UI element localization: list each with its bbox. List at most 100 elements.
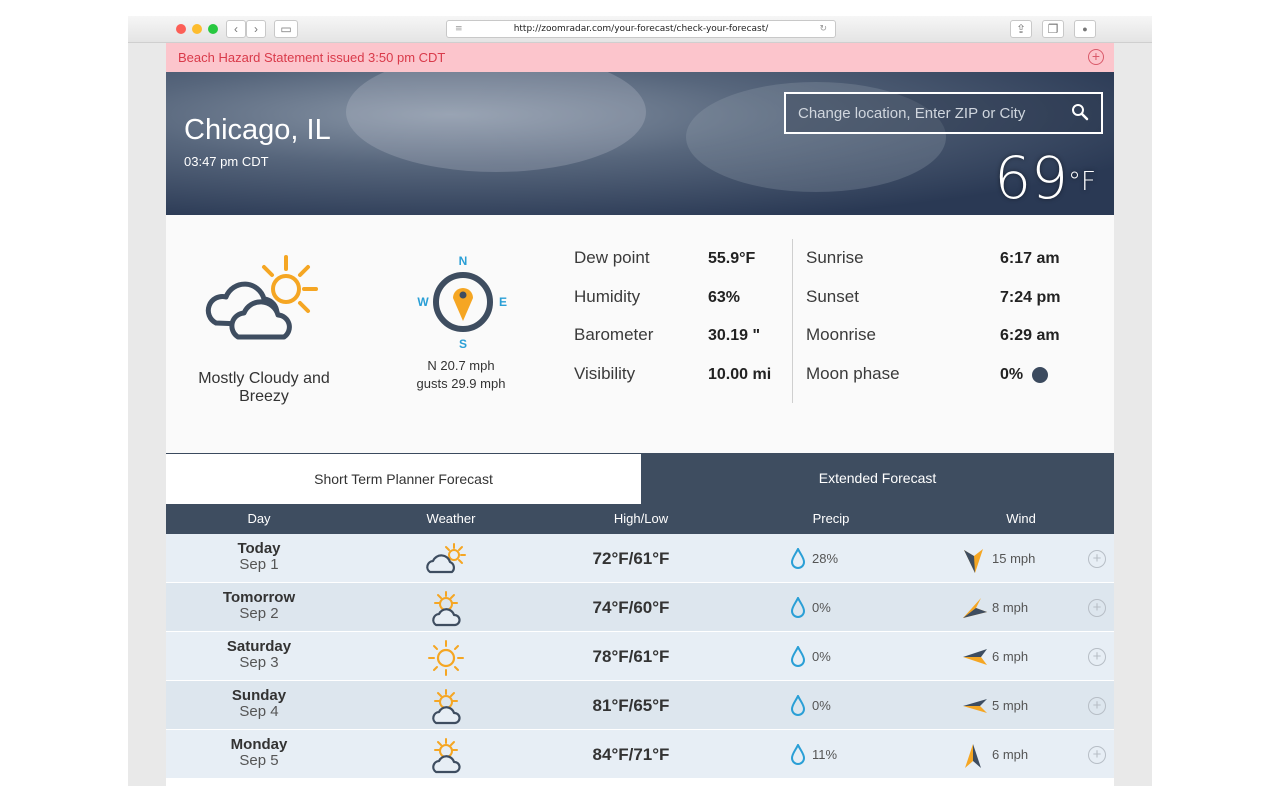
- sunset-label: Sunset: [806, 287, 859, 306]
- compass-north: N: [459, 254, 468, 268]
- forecast-tabs: Short Term Planner Forecast Extended For…: [166, 453, 1114, 504]
- sunrise-value: 6:17 am: [1000, 250, 1060, 267]
- column-header-day: Day: [247, 511, 271, 526]
- forecast-day-cell: Monday Sep 5: [196, 737, 322, 769]
- precip-drop-icon: [790, 644, 806, 673]
- barometer-label: Barometer: [574, 325, 654, 344]
- expand-row-icon[interactable]: +: [1088, 746, 1106, 764]
- sunrise-label: Sunrise: [806, 248, 864, 267]
- precip-drop-icon: [790, 693, 806, 722]
- table-row[interactable]: Monday Sep 5 84°F/71°F 11% 6 mph +: [166, 730, 1114, 779]
- condition-text: Mostly Cloudy and Breezy: [198, 370, 330, 405]
- address-bar[interactable]: ≡ http://zoomradar.com/your-forecast/che…: [446, 20, 836, 38]
- expand-row-icon[interactable]: +: [1088, 697, 1106, 715]
- forecast-highlow: 81°F/65°F: [592, 696, 670, 715]
- forecast-day-name: Sunday: [231, 687, 287, 704]
- alert-text[interactable]: Beach Hazard Statement issued 3:50 pm CD…: [178, 50, 445, 65]
- wind-direction-arrow-icon: [961, 743, 985, 774]
- current-temperature: 69°F: [994, 148, 1096, 208]
- forward-button[interactable]: ›: [246, 20, 266, 38]
- wind-speed: N 20.7 mph: [427, 358, 495, 373]
- forecast-day-cell: Today Sep 1: [196, 541, 322, 573]
- forecast-date: Sep 3: [239, 654, 279, 671]
- humidity-value: 63%: [708, 289, 741, 306]
- location-search[interactable]: [784, 92, 1103, 134]
- table-row[interactable]: Saturday Sep 3 78°F/61°F 0% 6 mph +: [166, 632, 1114, 681]
- table-row[interactable]: Sunday Sep 4 81°F/65°F 0% 5 mph +: [166, 681, 1114, 730]
- dew-point-label: Dew point: [574, 248, 650, 267]
- precip-drop-icon: [790, 742, 806, 771]
- compass-east: E: [499, 295, 507, 309]
- forecast-day-name: Monday: [230, 736, 288, 753]
- search-icon[interactable]: [1071, 103, 1089, 121]
- location-search-input[interactable]: [786, 94, 1056, 132]
- forecast-day-name: Saturday: [226, 638, 292, 655]
- reload-icon[interactable]: ↻: [819, 21, 827, 37]
- forecast-precip: 0%: [812, 698, 831, 713]
- address-url[interactable]: http://zoomradar.com/your-forecast/check…: [514, 24, 769, 34]
- close-window-button[interactable]: [176, 24, 186, 34]
- column-header-precip: Precip: [812, 511, 850, 526]
- wind-compass-icon: N W E S: [417, 254, 507, 351]
- maximize-window-button[interactable]: [208, 24, 218, 34]
- downloads-button[interactable]: ●: [1074, 20, 1096, 38]
- cloud-backdrop: [346, 72, 646, 172]
- share-button[interactable]: ⇪: [1010, 20, 1032, 38]
- back-button[interactable]: ‹: [226, 20, 246, 38]
- cloud-sun-icon: [424, 542, 468, 581]
- alert-expand-icon[interactable]: +: [1088, 49, 1104, 65]
- forecast-precip: 0%: [812, 600, 831, 615]
- forecast-wind: 6 mph: [992, 649, 1029, 664]
- visibility-label: Visibility: [574, 364, 636, 383]
- forecast-highlow: 74°F/60°F: [592, 598, 670, 617]
- sun-icon: [424, 640, 468, 681]
- wind-direction-arrow-icon: [961, 645, 989, 674]
- precip-drop-icon: [790, 546, 806, 575]
- precip-drop-icon: [790, 595, 806, 624]
- alert-banner[interactable]: Beach Hazard Statement issued 3:50 pm CD…: [166, 43, 1114, 72]
- forecast-date: Sep 4: [239, 703, 279, 720]
- city-name: Chicago, IL: [184, 114, 331, 146]
- sidebar-toggle-button[interactable]: ▭: [274, 20, 298, 38]
- forecast-precip: 28%: [812, 551, 839, 566]
- stats-divider: [792, 239, 793, 403]
- tab-short-term-planner[interactable]: Short Term Planner Forecast: [166, 453, 641, 504]
- sun-cloud-icon: [424, 738, 468, 779]
- moonrise-value: 6:29 am: [1000, 327, 1060, 344]
- forecast-date: Sep 5: [239, 752, 279, 769]
- forecast-wind: 6 mph: [992, 747, 1029, 762]
- table-row[interactable]: Tomorrow Sep 2 74°F/60°F 0% 8 mph +: [166, 583, 1114, 632]
- reader-menu-icon: ≡: [455, 24, 463, 34]
- tabs-overview-button[interactable]: ❐: [1042, 20, 1064, 38]
- forecast-wind: 5 mph: [992, 698, 1029, 713]
- browser-window: ‹ › ▭ ≡ http://zoomradar.com/your-foreca…: [128, 16, 1152, 786]
- forecast-precip: 0%: [812, 649, 831, 664]
- minimize-window-button[interactable]: [192, 24, 202, 34]
- forecast-table-header: Day Weather High/Low Precip Wind: [166, 504, 1114, 534]
- moonrise-label: Moonrise: [806, 325, 876, 344]
- local-time: 03:47 pm CDT: [184, 154, 269, 169]
- forecast-day-cell: Tomorrow Sep 2: [196, 590, 322, 622]
- moon-phase-value: 0%: [1000, 366, 1024, 383]
- forecast-date: Sep 1: [239, 556, 279, 573]
- forecast-day-name: Tomorrow: [222, 589, 296, 606]
- forecast-wind: 8 mph: [992, 600, 1029, 615]
- location-header: Chicago, IL 03:47 pm CDT 69°F: [166, 72, 1114, 215]
- barometer-value: 30.19 ": [708, 327, 761, 344]
- moon-phase-icon: [1032, 367, 1048, 383]
- dew-point-value: 55.9°F: [708, 250, 756, 267]
- forecast-day-cell: Saturday Sep 3: [196, 639, 322, 671]
- column-header-highlow: High/Low: [613, 511, 669, 526]
- expand-row-icon[interactable]: +: [1088, 599, 1106, 617]
- forecast-table-body: Today Sep 1 72°F/61°F 28% 15 mph + Tomorrow Sep…: [166, 534, 1114, 779]
- forecast-precip: 11%: [812, 747, 838, 762]
- forecast-highlow: 84°F/71°F: [592, 745, 670, 764]
- tab-extended-forecast[interactable]: Extended Forecast: [641, 453, 1114, 504]
- expand-row-icon[interactable]: +: [1088, 648, 1106, 666]
- expand-row-icon[interactable]: +: [1088, 550, 1106, 568]
- humidity-label: Humidity: [574, 287, 641, 306]
- cloud-sun-icon: [205, 255, 318, 340]
- table-row[interactable]: Today Sep 1 72°F/61°F 28% 15 mph +: [166, 534, 1114, 583]
- sun-cloud-icon: [424, 591, 468, 632]
- forecast-day-name: Today: [237, 540, 281, 557]
